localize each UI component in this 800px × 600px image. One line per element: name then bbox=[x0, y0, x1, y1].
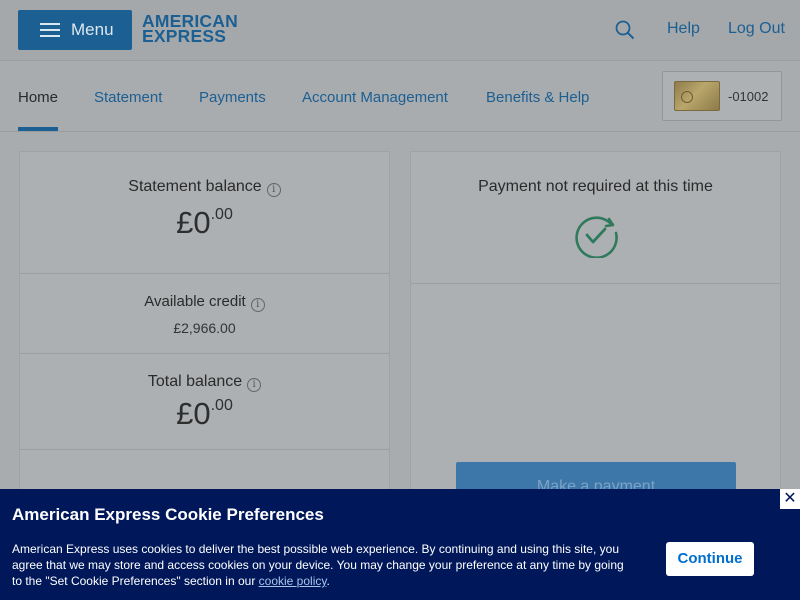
available-credit-value: £2,966.00 bbox=[173, 320, 236, 336]
tab-home[interactable]: Home bbox=[18, 89, 58, 106]
menu-label: Menu bbox=[71, 20, 114, 39]
active-tab-indicator bbox=[18, 127, 58, 131]
card-selector[interactable]: -01002 bbox=[662, 71, 782, 121]
menu-button[interactable]: Menu bbox=[18, 10, 132, 50]
cookie-title: American Express Cookie Preferences bbox=[12, 505, 324, 524]
statement-balance-label: Statement balance bbox=[128, 178, 262, 195]
statement-balance-section: Statement balance i £0.00 bbox=[20, 152, 389, 274]
tab-payments[interactable]: Payments bbox=[199, 89, 266, 106]
continue-button[interactable]: Continue bbox=[666, 542, 754, 576]
info-icon[interactable]: i bbox=[250, 298, 265, 312]
tab-benefits-help[interactable]: Benefits & Help bbox=[486, 89, 589, 106]
logout-link[interactable]: Log Out bbox=[728, 20, 785, 38]
available-credit-label: Available credit bbox=[144, 293, 246, 310]
top-header: Menu AMERICAN EXPRESS Help Log Out bbox=[0, 0, 800, 60]
help-link[interactable]: Help bbox=[667, 20, 700, 38]
total-balance-label: Total balance bbox=[147, 373, 243, 390]
payment-panel: Payment not required at this time Make a… bbox=[410, 151, 781, 506]
close-icon[interactable]: ✕ bbox=[780, 489, 800, 509]
total-balance-amount: £0.00 bbox=[176, 396, 233, 431]
statement-balance-amount: £0.00 bbox=[176, 205, 233, 240]
card-number-suffix: -01002 bbox=[728, 88, 769, 104]
account-nav: Home Statement Payments Account Manageme… bbox=[0, 60, 800, 132]
cookie-policy-link[interactable]: cookie policy bbox=[259, 574, 327, 588]
gold-card-icon bbox=[674, 81, 720, 111]
amex-logo[interactable]: AMERICAN EXPRESS bbox=[142, 12, 242, 45]
total-balance-section: Total balance i £0.00 bbox=[20, 354, 389, 450]
search-icon[interactable] bbox=[615, 20, 635, 40]
info-icon[interactable]: i bbox=[247, 378, 262, 392]
payment-status-text: Payment not required at this time bbox=[478, 178, 713, 195]
cookie-message: American Express uses cookies to deliver… bbox=[12, 542, 624, 588]
hamburger-icon bbox=[40, 23, 60, 37]
checkmark-circle-icon bbox=[575, 216, 618, 258]
cookie-banner: American Express Cookie Preferences Amer… bbox=[0, 489, 800, 600]
info-icon[interactable]: i bbox=[266, 183, 281, 197]
balances-panel: Statement balance i £0.00 Available credi… bbox=[19, 151, 390, 501]
available-credit-section: Available credit i £2,966.00 bbox=[20, 274, 389, 354]
tab-account-management[interactable]: Account Management bbox=[302, 89, 448, 106]
tab-statement[interactable]: Statement bbox=[94, 89, 162, 106]
